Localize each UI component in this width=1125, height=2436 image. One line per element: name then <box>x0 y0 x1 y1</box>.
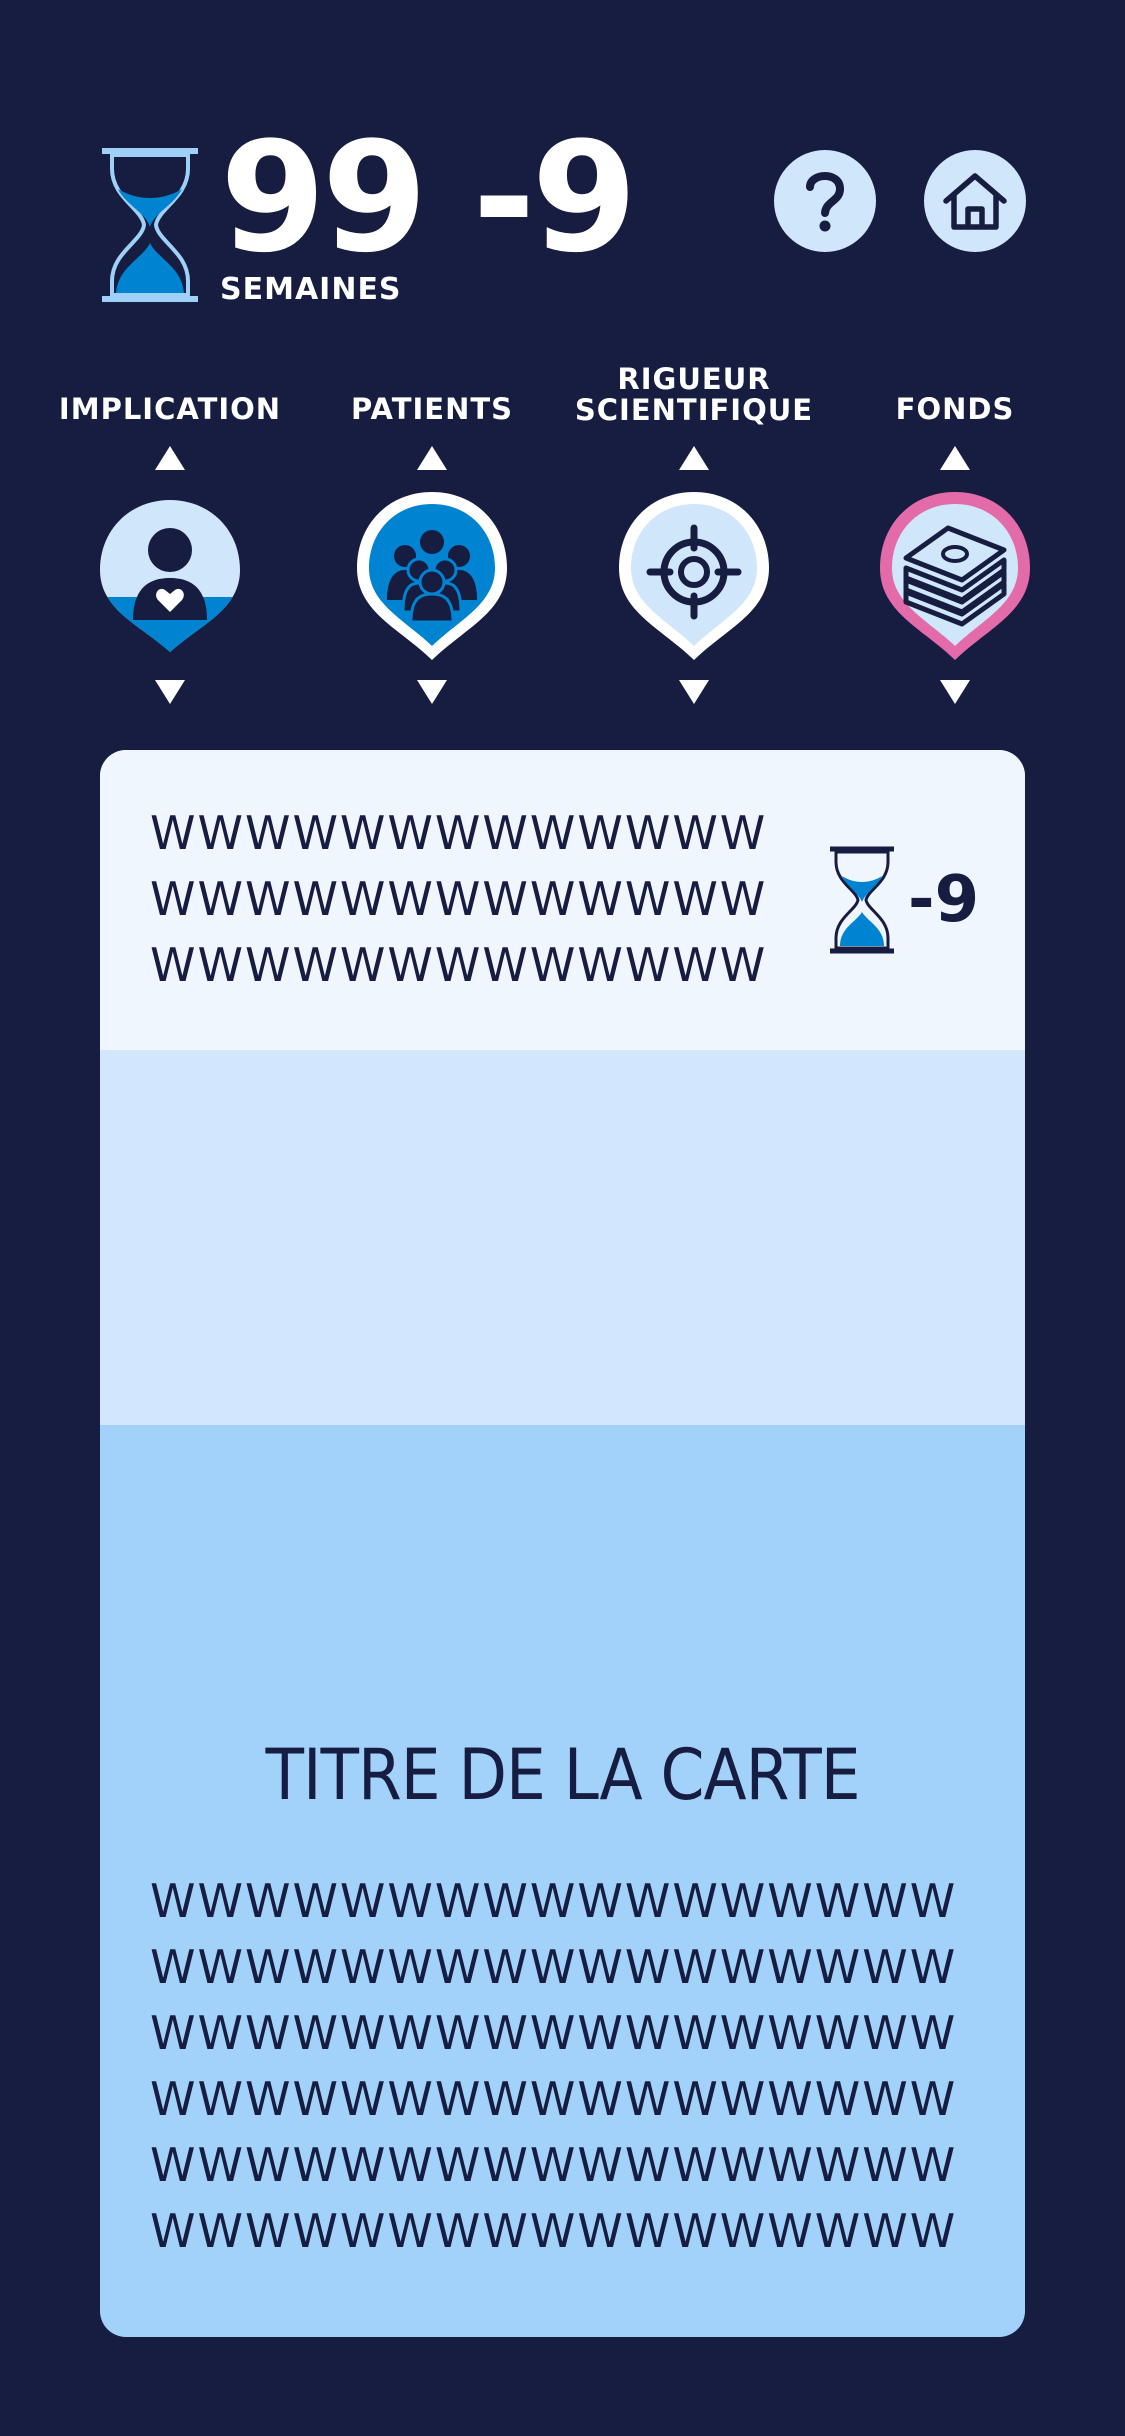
person-heart-icon <box>100 500 240 652</box>
money-icon <box>880 492 1030 660</box>
hourglass-icon <box>830 846 894 954</box>
event-card[interactable]: WWWWWWWWWWWWW WWWWWWWWWWWWW WWWWWWWWWWWW… <box>100 750 1025 2337</box>
card-body-text: WWWWWWWWWWWWWWWWW WWWWWWWWWWWWWWWWW WWWW… <box>150 1874 958 2258</box>
stat-down-arrow-icon <box>155 680 185 704</box>
card-description: WWWWWWWWWWWWW WWWWWWWWWWWWW WWWWWWWWWWWW… <box>150 806 768 992</box>
question-icon <box>806 172 845 232</box>
stat-down-arrow-icon <box>940 680 970 704</box>
stat-label-patients: PATIENTS <box>350 392 514 426</box>
stat-up-arrow-icon <box>679 446 709 470</box>
home-icon <box>943 173 1007 230</box>
stat-label-fonds: FONDS <box>895 392 1015 426</box>
stat-up-arrow-icon <box>417 446 447 470</box>
target-icon <box>619 492 769 660</box>
card-time-cost: -9 <box>908 863 980 937</box>
hourglass-icon <box>102 148 198 302</box>
card-illustration <box>100 1050 1025 1425</box>
weeks-label: SEMAINES <box>220 272 402 307</box>
stat-down-arrow-icon <box>417 680 447 704</box>
stat-label-implication: IMPLICATION <box>58 392 282 426</box>
stat-label-rigueur: RIGUEUR SCIENTIFIQUE <box>574 362 814 427</box>
stat-down-arrow-icon <box>679 680 709 704</box>
group-icon <box>357 492 507 660</box>
card-title: TITRE DE LA CARTE <box>265 1734 861 1816</box>
weeks-remaining: 99 -9 <box>220 109 637 286</box>
stat-up-arrow-icon <box>940 446 970 470</box>
card-header: WWWWWWWWWWWWW WWWWWWWWWWWWW WWWWWWWWWWWW… <box>100 750 1025 1050</box>
home-button[interactable] <box>924 150 1026 252</box>
stat-up-arrow-icon <box>155 446 185 470</box>
help-button[interactable] <box>774 150 876 252</box>
